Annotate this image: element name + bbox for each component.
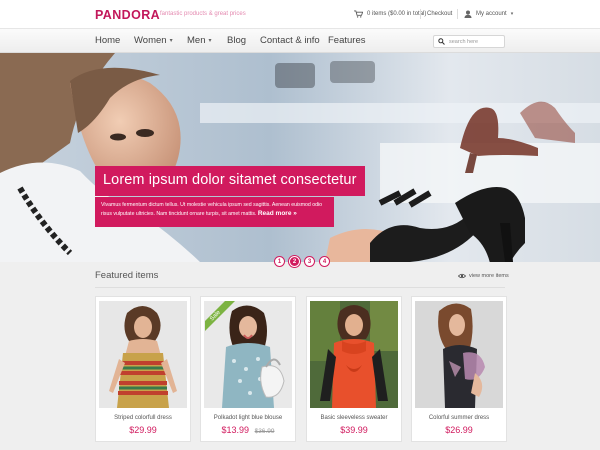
nav-contact-label: Contact & info [260, 35, 320, 46]
user-icon [464, 10, 472, 18]
divider [457, 9, 458, 19]
hero-image [0, 53, 600, 262]
featured-heading: Featured items [95, 270, 159, 281]
view-more-label: view more items [469, 273, 509, 279]
product-card[interactable]: Striped colorfull dress $29.99 [95, 296, 191, 442]
hero-caption-title: Lorem ipsum dolor sitamet consectetur [95, 166, 365, 196]
nav-women[interactable]: Women ▾ [134, 35, 173, 46]
chevron-down-icon: ▾ [510, 11, 514, 17]
product-name[interactable]: Polkadot light blue blouse [201, 415, 295, 421]
top-bar: PANDORA fantastic products & great price… [0, 0, 600, 28]
slide-dot-4[interactable]: 4 [319, 256, 330, 267]
nav-home[interactable]: Home [95, 35, 120, 46]
product-name[interactable]: Striped colorfull dress [96, 415, 190, 421]
nav-contact[interactable]: Contact & info [260, 35, 320, 46]
product-card[interactable]: Sale Polkadot light blue blouse $13.99 $… [200, 296, 296, 442]
product-price: $29.99 [96, 425, 190, 435]
chevron-down-icon: ▾ [169, 38, 173, 44]
view-more-link[interactable]: view more items [458, 273, 509, 279]
checkout-link[interactable]: Checkout [427, 11, 452, 17]
main-nav: Home Women ▾ Men ▾ Blog Contact & info Fea… [0, 28, 600, 53]
hero-slider[interactable]: Lorem ipsum dolor sitamet consectetur Vi… [0, 53, 600, 262]
product-photo[interactable] [204, 301, 292, 408]
slide-dot-3[interactable]: 3 [304, 256, 315, 267]
hero-caption-body: Vivamus fermentum dictum tellus. Ut mole… [95, 197, 334, 227]
product-card[interactable]: Colorful summer dress $26.99 [411, 296, 507, 442]
product-photo[interactable] [415, 301, 503, 408]
product-card[interactable]: Basic sleeveless sweater $39.99 [306, 296, 402, 442]
product-price: $39.99 [307, 425, 401, 435]
price-original: $36.99 [254, 428, 275, 435]
product-price: $13.99 $36.99 [201, 425, 295, 435]
product-photo[interactable] [310, 301, 398, 408]
nav-features-label: Features [328, 35, 366, 46]
slide-dot-2[interactable]: 2 [289, 256, 300, 267]
eye-icon [458, 273, 466, 279]
nav-men[interactable]: Men ▾ [187, 35, 212, 46]
nav-men-label: Men [187, 35, 206, 46]
price-current: $39.99 [340, 425, 368, 435]
nav-women-label: Women [134, 35, 167, 46]
nav-home-label: Home [95, 35, 121, 46]
product-name[interactable]: Basic sleeveless sweater [307, 415, 401, 421]
price-current: $29.99 [129, 425, 157, 435]
product-name[interactable]: Colorful summer dress [412, 415, 506, 421]
section-divider [95, 287, 505, 288]
search-icon[interactable] [438, 38, 445, 45]
slide-dot-1[interactable]: 1 [274, 256, 285, 267]
nav-features[interactable]: Features [328, 35, 366, 46]
search-input[interactable] [449, 38, 505, 45]
cart-summary[interactable]: 0 items ($0.00 in total) [354, 10, 426, 18]
site-logo[interactable]: PANDORA [95, 8, 160, 22]
nav-blog[interactable]: Blog [227, 35, 246, 46]
product-price: $26.99 [412, 425, 506, 435]
slider-pagination: 1 2 3 4 [274, 256, 330, 267]
nav-blog-label: Blog [227, 35, 247, 46]
cart-text: 0 items ($0.00 in total) [367, 11, 427, 17]
my-account-menu[interactable]: My account ▾ [464, 10, 513, 18]
price-current: $13.99 [221, 425, 250, 435]
divider [420, 9, 421, 19]
price-current: $26.99 [445, 425, 473, 435]
site-tagline: fantastic products & great prices [160, 11, 246, 17]
cart-icon [354, 10, 363, 18]
search-box[interactable] [433, 35, 505, 48]
read-more-link[interactable]: Read more » [258, 210, 297, 217]
product-photo[interactable] [99, 301, 187, 408]
chevron-down-icon: ▾ [208, 38, 212, 44]
my-account-label: My account [476, 11, 507, 17]
